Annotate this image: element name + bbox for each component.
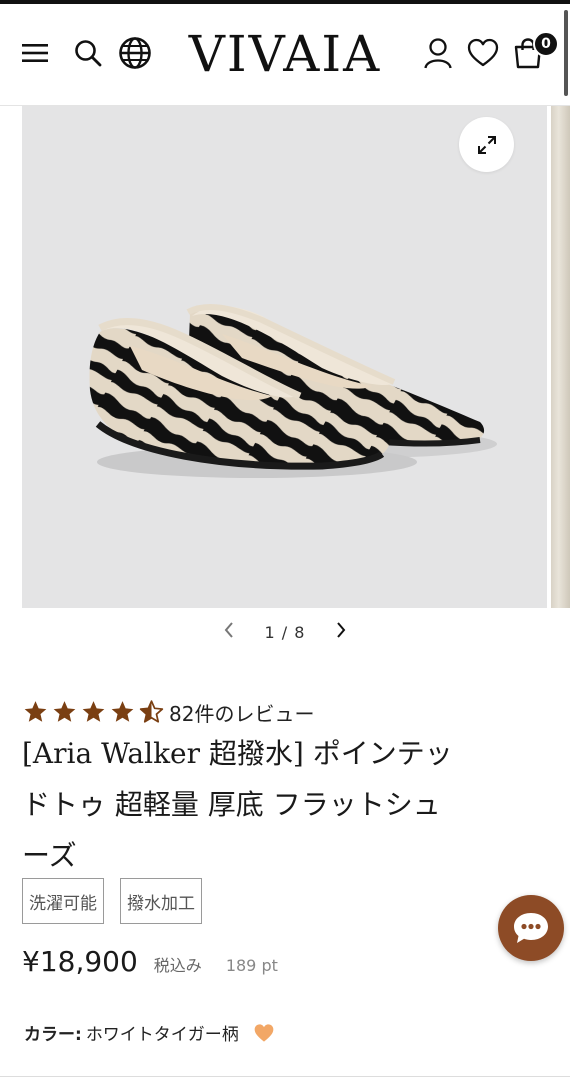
price: ¥18,900 xyxy=(22,945,138,978)
product-rating[interactable]: 82件のレビュー xyxy=(22,697,314,727)
tag-water-repellent: 撥水加工 xyxy=(120,878,202,924)
next-image-peek[interactable] xyxy=(551,106,570,608)
globe-icon[interactable] xyxy=(118,36,152,70)
site-header: VIVAIA 0 xyxy=(0,4,570,106)
rating-stars xyxy=(22,699,165,725)
search-icon[interactable] xyxy=(71,36,105,70)
reward-points: 189 pt xyxy=(225,956,278,975)
wishlist-heart-icon[interactable] xyxy=(466,36,500,70)
star-icon xyxy=(24,701,47,722)
feature-tags: 洗濯可能 撥水加工 xyxy=(22,878,202,924)
product-title-line: ドトゥ 超軽量 厚底 フラットシュ xyxy=(22,788,441,821)
chat-bubble-icon xyxy=(514,913,548,943)
menu-icon[interactable] xyxy=(18,36,52,70)
cart-count-badge[interactable]: 0 xyxy=(533,31,559,57)
half-star-icon xyxy=(139,700,164,723)
color-selection: カラー: ホワイトタイガー柄 xyxy=(24,1020,275,1045)
star-icon xyxy=(111,701,134,722)
brand-logo[interactable]: VIVAIA xyxy=(176,26,394,82)
zebra-flat-shoes-image xyxy=(89,303,497,478)
color-value: ホワイトタイガー柄 xyxy=(85,1025,239,1045)
chat-button[interactable] xyxy=(498,895,564,961)
color-label: カラー: xyxy=(24,1025,82,1045)
account-icon[interactable] xyxy=(421,36,455,70)
star-icon xyxy=(82,701,105,722)
review-count-link[interactable]: 82件のレビュー xyxy=(169,698,314,727)
pager-text: 1 / 8 xyxy=(264,622,306,642)
tag-washable: 洗濯可能 xyxy=(22,878,104,924)
divider xyxy=(0,1076,570,1077)
product-title-line: [Aria Walker 超撥水] ポインテッ xyxy=(22,737,453,770)
scrollbar[interactable] xyxy=(564,10,568,96)
favorite-heart-icon[interactable] xyxy=(253,1023,275,1043)
price-row: ¥18,900 税込み 189 pt xyxy=(22,945,278,978)
star-icon xyxy=(53,701,76,722)
chevron-right-icon[interactable] xyxy=(334,621,348,643)
chevron-left-icon[interactable] xyxy=(222,621,236,643)
tax-label: 税込み xyxy=(153,956,202,975)
product-title: [Aria Walker 超撥水] ポインテッ ドトゥ 超軽量 厚底 フラットシ… xyxy=(22,728,542,881)
image-pager: 1 / 8 xyxy=(222,618,348,646)
product-title-line: ーズ xyxy=(22,839,77,872)
product-image[interactable] xyxy=(22,106,547,608)
expand-icon[interactable] xyxy=(459,117,514,172)
